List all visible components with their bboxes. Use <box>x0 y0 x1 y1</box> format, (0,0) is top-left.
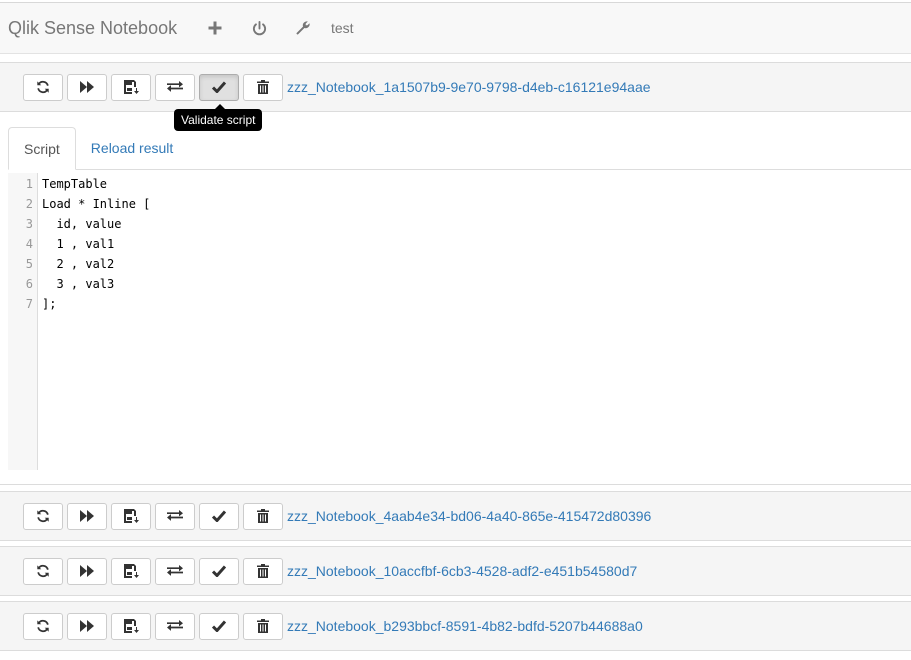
trash-icon <box>257 564 269 578</box>
line-number-gutter: 1 2 3 4 5 6 7 <box>8 173 38 470</box>
cell-toolbar: zzz_Notebook_1a1507b9-9e70-9798-d4eb-c16… <box>0 62 911 112</box>
code-line[interactable]: TempTable <box>42 174 150 194</box>
divider <box>0 484 911 485</box>
tab-script[interactable]: Script <box>8 127 76 170</box>
run-all-button[interactable] <box>67 502 107 530</box>
refresh-icon <box>36 619 50 633</box>
line-number: 7 <box>25 297 33 311</box>
code-line[interactable]: ]; <box>42 294 150 314</box>
transfer-icon <box>167 81 183 93</box>
delete-button[interactable] <box>243 612 283 640</box>
run-all-button[interactable] <box>67 557 107 585</box>
line-number: 2 <box>25 197 33 211</box>
transfer-button[interactable] <box>155 502 195 530</box>
delete-button[interactable] <box>243 557 283 585</box>
wrench-icon[interactable] <box>281 2 325 54</box>
check-icon <box>212 565 226 577</box>
notebook-cell: zzz_Notebook_4aab4e34-bd06-4a40-865e-415… <box>0 491 911 541</box>
save-button[interactable] <box>111 502 151 530</box>
notebook-title-link[interactable]: zzz_Notebook_4aab4e34-bd06-4a40-865e-415… <box>287 508 651 524</box>
save-icon <box>123 509 139 523</box>
reload-button[interactable] <box>23 612 63 640</box>
notebook-title-link[interactable]: zzz_Notebook_b293bbcf-8591-4b82-bdfd-520… <box>287 618 643 634</box>
tooltip-arrow <box>215 104 225 109</box>
code-line[interactable]: Load * Inline [ <box>42 194 150 214</box>
notebook-title-link[interactable]: zzz_Notebook_1a1507b9-9e70-9798-d4eb-c16… <box>287 79 651 95</box>
run-all-button[interactable] <box>67 612 107 640</box>
delete-button[interactable] <box>243 502 283 530</box>
notebook-title-link[interactable]: zzz_Notebook_10accfbf-6cb3-4528-adf2-e45… <box>287 563 637 579</box>
reload-button[interactable] <box>23 557 63 585</box>
save-button[interactable] <box>111 557 151 585</box>
check-icon <box>212 81 226 93</box>
line-number: 5 <box>25 257 33 271</box>
trash-icon <box>257 80 269 94</box>
validate-script-button[interactable] <box>199 73 239 101</box>
save-icon <box>123 619 139 633</box>
check-icon <box>212 510 226 522</box>
code-line[interactable]: 1 , val1 <box>42 234 150 254</box>
delete-button[interactable] <box>243 73 283 101</box>
save-button[interactable] <box>111 612 151 640</box>
validate-script-button[interactable] <box>199 557 239 585</box>
refresh-icon <box>36 564 50 578</box>
fast-forward-icon <box>80 565 94 577</box>
user-name[interactable]: test <box>331 20 354 36</box>
validate-script-button[interactable] <box>199 612 239 640</box>
fast-forward-icon <box>80 81 94 93</box>
line-number: 3 <box>25 217 33 231</box>
notebook-cell: zzz_Notebook_1a1507b9-9e70-9798-d4eb-c16… <box>0 62 911 112</box>
code-area[interactable]: TempTable Load * Inline [ id, value 1 , … <box>42 173 150 314</box>
save-button[interactable] <box>111 73 151 101</box>
fast-forward-icon <box>80 510 94 522</box>
cell-toolbar: zzz_Notebook_10accfbf-6cb3-4528-adf2-e45… <box>0 546 911 596</box>
transfer-button[interactable] <box>155 612 195 640</box>
refresh-icon <box>36 509 50 523</box>
script-editor[interactable]: 1 2 3 4 5 6 7 TempTable Load * Inline [ … <box>8 173 911 470</box>
transfer-icon <box>167 565 183 577</box>
cell-toolbar: zzz_Notebook_b293bbcf-8591-4b82-bdfd-520… <box>0 601 911 651</box>
transfer-icon <box>167 620 183 632</box>
notebook-cell: zzz_Notebook_b293bbcf-8591-4b82-bdfd-520… <box>0 601 911 651</box>
code-line[interactable]: id, value <box>42 214 150 234</box>
save-icon <box>123 564 139 578</box>
line-number: 6 <box>25 277 33 291</box>
run-all-button[interactable] <box>67 73 107 101</box>
check-icon <box>212 620 226 632</box>
cell-tabs: Script Reload result <box>8 127 911 170</box>
refresh-icon <box>36 80 50 94</box>
cell-toolbar: zzz_Notebook_4aab4e34-bd06-4a40-865e-415… <box>0 491 911 541</box>
notebook-cell: zzz_Notebook_10accfbf-6cb3-4528-adf2-e45… <box>0 546 911 596</box>
line-number: 1 <box>25 177 33 191</box>
line-number: 4 <box>25 237 33 251</box>
power-icon[interactable] <box>237 2 281 54</box>
tab-reload-result[interactable]: Reload result <box>76 127 189 170</box>
transfer-button[interactable] <box>155 557 195 585</box>
validate-script-button[interactable] <box>199 502 239 530</box>
top-navbar: Qlik Sense Notebook test <box>0 2 911 54</box>
transfer-button[interactable] <box>155 73 195 101</box>
trash-icon <box>257 619 269 633</box>
plus-icon[interactable] <box>193 2 237 54</box>
app-brand[interactable]: Qlik Sense Notebook <box>8 18 193 39</box>
save-icon <box>123 80 139 94</box>
code-line[interactable]: 2 , val2 <box>42 254 150 274</box>
reload-button[interactable] <box>23 502 63 530</box>
transfer-icon <box>167 510 183 522</box>
code-line[interactable]: 3 , val3 <box>42 274 150 294</box>
reload-button[interactable] <box>23 73 63 101</box>
fast-forward-icon <box>80 620 94 632</box>
trash-icon <box>257 509 269 523</box>
